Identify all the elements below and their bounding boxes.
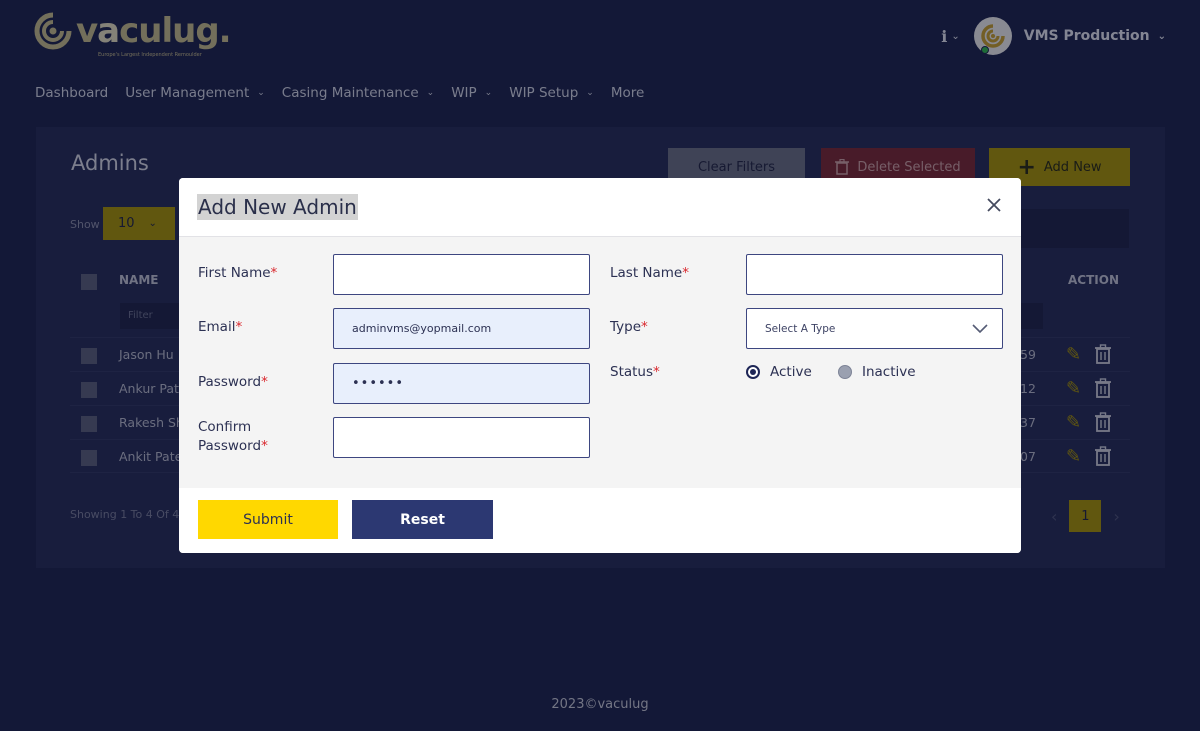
submit-button[interactable]: Submit xyxy=(198,500,338,539)
type-select-placeholder: Select A Type xyxy=(765,322,836,335)
first-name-field[interactable] xyxy=(333,254,590,295)
modal-footer: Submit Reset xyxy=(179,488,1021,553)
email-label: Email* xyxy=(198,319,243,335)
close-icon[interactable] xyxy=(983,194,1005,216)
type-label: Type* xyxy=(610,319,648,335)
confirm-password-field[interactable] xyxy=(333,417,590,458)
password-field[interactable] xyxy=(333,363,590,404)
status-inactive-radio[interactable]: Inactive xyxy=(838,364,916,380)
reset-button[interactable]: Reset xyxy=(352,500,493,539)
first-name-label: First Name* xyxy=(198,265,278,281)
type-select[interactable]: Select A Type xyxy=(746,308,1003,349)
password-label: Password* xyxy=(198,374,268,390)
last-name-field[interactable] xyxy=(746,254,1003,295)
add-admin-modal: Add New Admin First Name* Last Name* Ema… xyxy=(179,178,1021,553)
radio-unchecked-icon xyxy=(838,365,852,379)
confirm-password-label: Confirm Password* xyxy=(198,419,268,454)
modal-header: Add New Admin xyxy=(179,178,1021,237)
status-active-radio[interactable]: Active xyxy=(746,364,812,380)
status-label: Status* xyxy=(610,364,660,380)
last-name-label: Last Name* xyxy=(610,265,689,281)
chevron-down-icon xyxy=(972,323,988,333)
email-field[interactable] xyxy=(333,308,590,349)
radio-checked-icon xyxy=(746,365,760,379)
modal-title: Add New Admin xyxy=(197,194,358,220)
